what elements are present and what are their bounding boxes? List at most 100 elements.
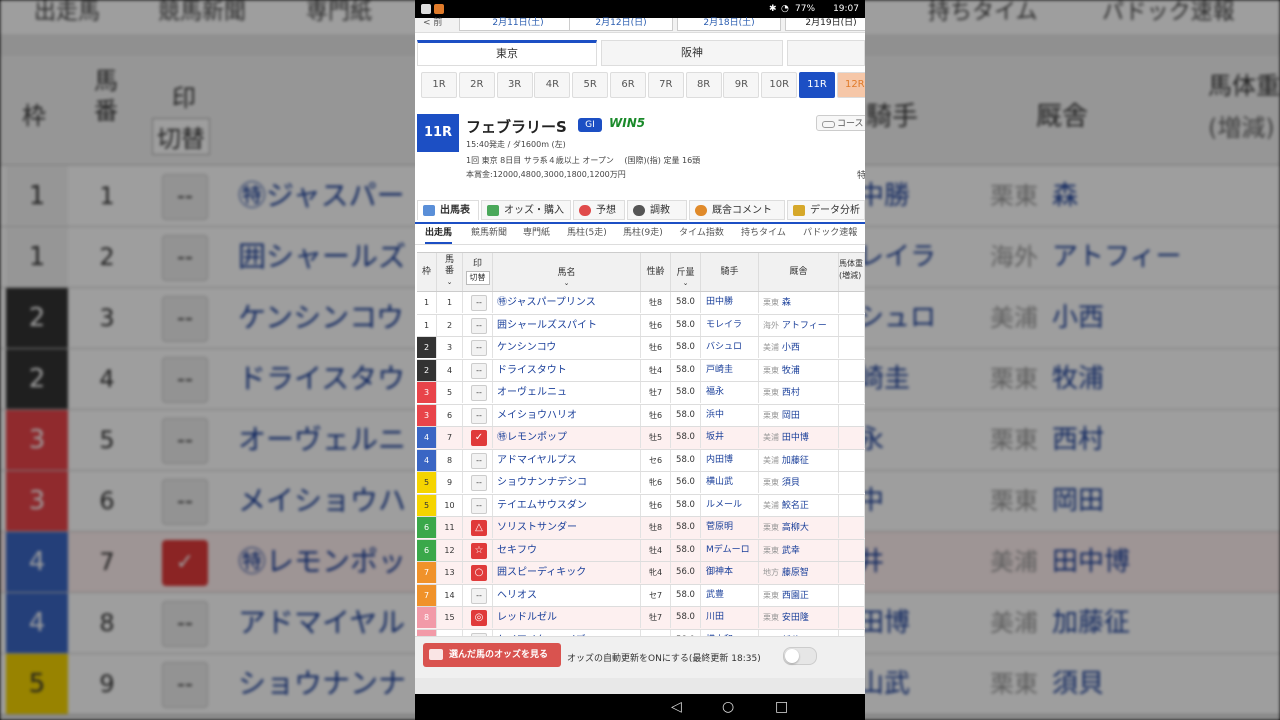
race-tab-10r[interactable]: 10R (761, 72, 798, 98)
trainer-link[interactable]: 西村 (782, 388, 800, 398)
mark-selector[interactable]: -- (471, 295, 487, 311)
horse-name-link[interactable]: 囲シャールズスパイト (493, 314, 641, 336)
mark-selector[interactable]: △ (471, 520, 487, 536)
horse-name-link[interactable]: テイエムサウスダン (493, 494, 641, 516)
mark-selector[interactable]: -- (471, 317, 487, 334)
race-tab-2r[interactable]: 2R (458, 72, 495, 98)
jockey-link[interactable]: 福永 (701, 382, 759, 403)
venue-tab-tokyo[interactable]: 東京 (417, 40, 597, 66)
table-row[interactable]: 7 13 ○ 囲スピーディキック 牝4 56.0 御神本 地方 藤原智 (417, 562, 865, 585)
jockey-link[interactable]: 内田博 (701, 449, 759, 471)
jockey-link[interactable]: バシュロ (701, 337, 759, 358)
jockey-link[interactable]: 川田 (701, 607, 759, 628)
mark-selector[interactable]: -- (471, 340, 487, 356)
table-row[interactable]: 4 7 ✓ ㊕レモンポップ 牡5 58.0 坂井 美浦 田中博 (417, 427, 865, 450)
table-row[interactable]: 8 15 ◎ レッドルゼル 牡7 58.0 川田 栗東 安田隆 (417, 607, 865, 630)
venue-tab-more[interactable] (787, 40, 865, 66)
mark-selector[interactable]: ○ (471, 565, 487, 581)
subtab-time-index[interactable]: タイム指数 (679, 224, 724, 242)
date-tab[interactable]: 2月12日(日) (569, 18, 673, 31)
mark-selector[interactable]: -- (471, 385, 487, 401)
horse-name-link[interactable]: メイショウハリオ (493, 404, 641, 426)
mark-selector[interactable]: -- (471, 407, 487, 424)
jockey-link[interactable]: 浜中 (701, 404, 759, 426)
subtab-newspaper[interactable]: 競馬新聞 (471, 224, 507, 242)
jockey-link[interactable]: 横山武 (701, 472, 759, 493)
table-row[interactable]: 4 8 -- アドマイヤルプス セ6 58.0 内田博 美浦 加藤征 (417, 449, 865, 472)
race-tab-8r[interactable]: 8R (685, 72, 722, 98)
table-row[interactable]: 1 1 -- ㊕ジャスパープリンス 牡8 58.0 田中勝 栗東 森 (417, 292, 865, 315)
race-tab-3r[interactable]: 3R (496, 72, 533, 98)
horse-name-link[interactable]: ショウナンナデシコ (493, 472, 641, 493)
jockey-link[interactable]: Mデムーロ (701, 539, 759, 561)
table-row[interactable]: 5 10 -- テイエムサウスダン 牡6 58.0 ルメール 美浦 鮫名正 (417, 494, 865, 517)
tab-stable-comment[interactable]: 厩舎コメント (689, 200, 785, 220)
trainer-link[interactable]: アトフィー (782, 321, 827, 331)
race-tab-7r[interactable]: 7R (647, 72, 684, 98)
home-icon[interactable]: ○ (722, 698, 734, 716)
trainer-link[interactable]: 森 (782, 298, 791, 308)
trainer-link[interactable]: 小西 (782, 343, 800, 353)
tab-training[interactable]: 調教 (627, 200, 687, 220)
tab-data-analysis[interactable]: データ分析 (787, 200, 865, 220)
mark-selector[interactable]: -- (471, 587, 487, 604)
horse-name-link[interactable]: ヘリオス (493, 584, 641, 606)
auto-update-toggle[interactable] (783, 647, 817, 665)
table-row[interactable]: 3 6 -- メイショウハリオ 牡6 58.0 浜中 栗東 岡田 (417, 404, 865, 427)
trainer-link[interactable]: 鮫名正 (782, 501, 809, 511)
subtab-past9[interactable]: 馬柱(9走) (623, 224, 663, 242)
table-row[interactable]: 6 11 △ ソリストサンダー 牡8 58.0 菅原明 栗東 高柳大 (417, 517, 865, 540)
trainer-link[interactable]: 高柳大 (782, 523, 809, 533)
horse-name-link[interactable]: レッドルゼル (493, 607, 641, 628)
jockey-link[interactable]: 戸崎圭 (701, 359, 759, 381)
jockey-link[interactable]: 御神本 (701, 562, 759, 583)
race-tab-1r[interactable]: 1R (421, 72, 457, 98)
jockey-link[interactable]: 武豊 (701, 584, 759, 606)
table-row[interactable]: 2 4 -- ドライスタウト 牡4 58.0 戸崎圭 栗東 牧浦 (417, 359, 865, 382)
venue-tab-hanshin[interactable]: 阪神 (601, 40, 783, 66)
table-row[interactable]: 3 5 -- オーヴェルニュ 牡7 58.0 福永 栗東 西村 (417, 382, 865, 405)
subtab-paddock[interactable]: パドック速報 (803, 224, 857, 242)
race-tab-12r[interactable]: 12R (836, 72, 865, 98)
jockey-link[interactable]: 坂井 (701, 427, 759, 448)
jockey-link[interactable]: ルメール (701, 494, 759, 516)
race-tab-5r[interactable]: 5R (572, 72, 609, 98)
trainer-link[interactable]: 西園正 (782, 591, 809, 601)
horse-name-link[interactable]: セキフウ (493, 539, 641, 561)
trainer-link[interactable]: 加藤征 (782, 456, 809, 466)
table-row[interactable]: 5 9 -- ショウナンナデシコ 牝6 56.0 横山武 栗東 須貝 (417, 472, 865, 495)
back-icon[interactable]: ◁ (671, 698, 682, 716)
mark-selector[interactable]: ◎ (471, 610, 487, 626)
subtab-shusso[interactable]: 出走馬 (425, 224, 453, 244)
horse-name-link[interactable]: アドマイヤルプス (493, 449, 641, 471)
race-tab-9r[interactable]: 9R (723, 72, 760, 98)
race-tab-6r[interactable]: 6R (610, 72, 646, 98)
course-button[interactable]: コース (816, 115, 865, 131)
subtab-past5[interactable]: 馬柱(5走) (567, 224, 607, 242)
date-tab-active[interactable]: 2月19日(日) (785, 18, 865, 31)
horse-name-link[interactable]: ケンシンコウ (493, 337, 641, 358)
trainer-link[interactable]: 藤原智 (782, 568, 809, 578)
th-wt[interactable]: 斤量 ⌄ (671, 253, 701, 291)
subtab-specialist[interactable]: 専門紙 (523, 224, 550, 242)
mark-switch-button[interactable]: 切替 (465, 271, 490, 285)
view-selected-odds-button[interactable]: 選んだ馬のオッズを見る (423, 643, 561, 667)
jockey-link[interactable]: モレイラ (701, 314, 759, 336)
table-row[interactable]: 6 12 ☆ セキフウ 牡4 58.0 Mデムーロ 栗東 武幸 (417, 539, 865, 562)
trainer-link[interactable]: 田中博 (782, 433, 809, 443)
trainer-link[interactable]: 安田隆 (782, 613, 809, 623)
jockey-link[interactable]: 田中勝 (701, 292, 759, 313)
mark-selector[interactable]: -- (471, 475, 487, 491)
horse-name-link[interactable]: 囲スピーディキック (493, 562, 641, 583)
date-tab[interactable]: 2月11日(土) (459, 18, 577, 31)
horse-name-link[interactable]: オーヴェルニュ (493, 382, 641, 403)
mark-selector[interactable]: ☆ (471, 542, 487, 559)
mark-selector[interactable]: -- (471, 452, 487, 469)
prev-date-link[interactable]: < 前 (423, 18, 442, 28)
horse-name-link[interactable]: ドライスタウト (493, 359, 641, 381)
race-tab-4r[interactable]: 4R (534, 72, 571, 98)
th-name[interactable]: 馬名 ⌄ (493, 253, 641, 291)
horse-name-link[interactable]: ㊕レモンポップ (493, 427, 641, 448)
trainer-link[interactable]: 武幸 (782, 546, 800, 556)
table-row[interactable]: 7 14 -- ヘリオス セ7 58.0 武豊 栗東 西園正 (417, 584, 865, 607)
